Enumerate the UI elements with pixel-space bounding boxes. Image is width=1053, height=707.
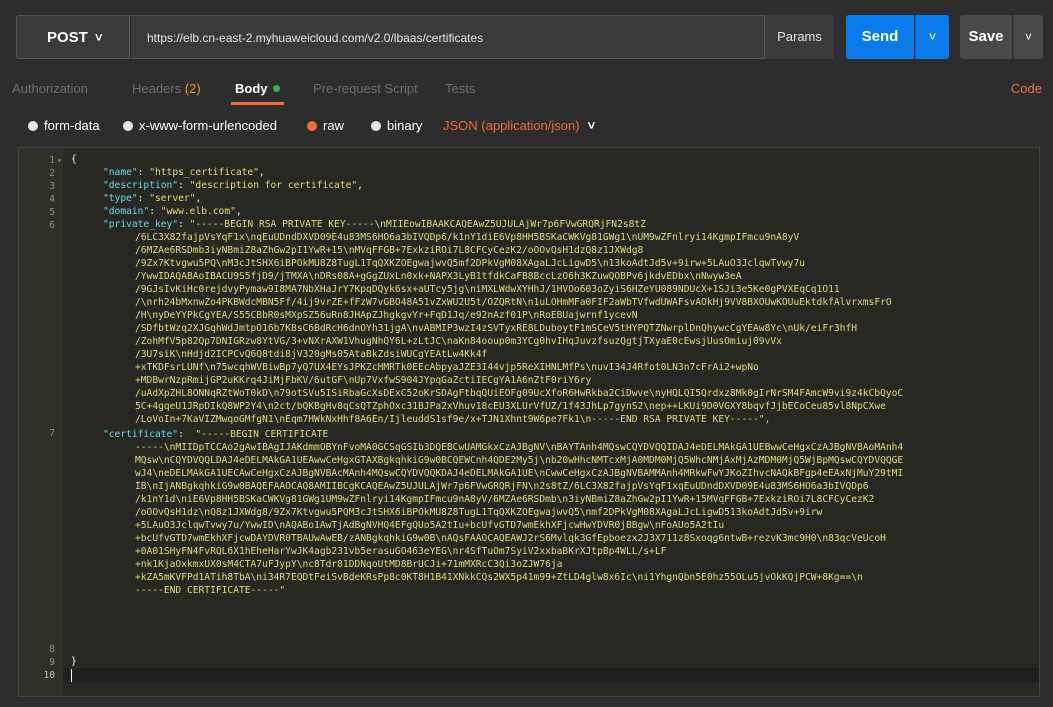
json-value: -----END CERTIFICATE-----" xyxy=(135,585,286,596)
json-value: 5C+4gqeU1JRpDIkQ8WP2Y4\n2ct/bQKBgHv8qCsQ… xyxy=(135,401,886,412)
tab-authorization[interactable]: Authorization xyxy=(12,81,88,96)
json-value: "https_certificate" xyxy=(149,167,259,178)
headers-count-badge: (2) xyxy=(184,81,201,96)
chevron-down-icon: ˅ xyxy=(1024,30,1032,44)
content-type-label: JSON (application/json) xyxy=(443,118,580,133)
json-key: "name" xyxy=(103,167,138,178)
json-value: -----\nMIIDpTCCAo2gAwIBAgIJAKdmmOBYnFvoM… xyxy=(135,442,904,453)
json-key: "certificate" xyxy=(103,429,179,440)
json-value: IB\nIjANBgkqhkiG9w0BAQEFAAOCAQ8AMIIBCgKC… xyxy=(135,481,869,492)
json-value: +nk1KjaOxkmxUX0sM4CTA7uFJypY\nc8Tdr81DDN… xyxy=(135,559,563,570)
json-value: /k1nY1d\niE6Vp8HH5BSKaCWKVg81GWg1UM9wZFn… xyxy=(135,494,875,505)
json-value: /uAdXpZHL8ONNqRZtWoT0kD\n79otSVu5ISiRbaG… xyxy=(135,388,904,399)
chevron-down-icon: ˅ xyxy=(928,29,937,44)
json-value: wJ4\neDELMAkGA1UECAwCeHgxCzAJBgNVBAcMAnh… xyxy=(135,468,904,479)
params-button[interactable]: Params xyxy=(764,15,834,59)
json-value: "description for certificate" xyxy=(189,180,358,191)
line-number: 9 xyxy=(49,657,55,668)
fold-arrow-icon[interactable]: ▾ xyxy=(57,156,62,165)
tab-headers[interactable]: Headers (2) xyxy=(132,81,201,96)
url-input[interactable]: https://elb.cn-east-2.myhuaweicloud.com/… xyxy=(131,15,834,59)
radio-urlencoded[interactable]: x-www-form-urlencoded xyxy=(123,118,277,133)
chevron-down-icon: ˅ xyxy=(95,30,103,45)
json-value: /\nrh24bMxnwZo4PKBWdcMBN5Ff/4ij9vrZE+fFz… xyxy=(135,297,892,308)
radio-raw-label: raw xyxy=(323,118,344,133)
line-number: 1 xyxy=(49,155,55,166)
json-value: +kZA5mKVFPd1ATih8TbA\ni34R7EQDtFeiSvBdeK… xyxy=(135,572,863,583)
code-editor[interactable]: 1 ▾ 2 3 4 5 6 7 8 9 10 { "name": "https_… xyxy=(18,147,1040,697)
json-key: "description" xyxy=(103,180,179,191)
json-value: /LoVoIn+7KaVIZMwqoGMfgN1\nEqm7HWkNxHhf8A… xyxy=(135,414,771,425)
line-number: 10 xyxy=(43,670,55,681)
body-status-dot-icon xyxy=(272,85,280,92)
json-value: /9Zx7Ktvgwu5PQ\nM3cJtSHX6iBPOkMU8Z8TugL1… xyxy=(135,258,806,269)
tab-body[interactable]: Body xyxy=(235,81,280,96)
json-value: +MDBwrNzpRmijGP2uKKrq4JiMjFbKV/6utGF\nUp… xyxy=(135,375,592,386)
radio-icon xyxy=(123,121,133,131)
save-options-button[interactable]: ˅ xyxy=(1013,15,1043,59)
radio-icon xyxy=(371,121,381,131)
line-number-gutter: 1 ▾ 2 3 4 5 6 7 8 9 10 xyxy=(19,148,63,696)
radio-raw[interactable]: raw xyxy=(307,118,344,133)
request-bar: POST ˅ https://elb.cn-east-2.myhuaweiclo… xyxy=(0,0,1053,73)
method-label: POST xyxy=(47,29,88,46)
json-value: "-----BEGIN RSA PRIVATE KEY-----\nMIIEow… xyxy=(189,219,646,230)
send-button[interactable]: Send xyxy=(846,15,914,59)
json-value: /SDfbtWzq2XJGqhWdJmtpO16b7KBsC6BdRcH6dnO… xyxy=(135,323,857,334)
open-brace: { xyxy=(71,154,77,165)
json-value: /YwwIDAQABAoIBACU9S5fjD9/jTMXA\nDRs08A+g… xyxy=(135,271,742,282)
radio-selected-icon xyxy=(307,121,317,131)
json-value: /H\nyDeYYPkCgYEA/S55CBbR0sMXpSZ56uRn8JHA… xyxy=(135,310,638,321)
json-key: "domain" xyxy=(103,206,150,217)
save-button[interactable]: Save xyxy=(960,15,1012,59)
tab-tests[interactable]: Tests xyxy=(445,81,475,96)
close-brace: } xyxy=(71,656,77,667)
radio-form-data-label: form-data xyxy=(44,118,100,133)
line-number: 8 xyxy=(49,644,55,655)
json-value: /6MZAe6RSDmb3iyNBmiZ8aZhGw2pI1YwR+15\nMV… xyxy=(135,245,644,256)
line-number: 7 xyxy=(49,428,55,439)
line-number: 6 xyxy=(49,220,55,231)
radio-binary[interactable]: binary xyxy=(371,118,422,133)
tab-body-label: Body xyxy=(235,81,268,96)
json-key: "type" xyxy=(103,193,138,204)
json-key: "private_key" xyxy=(103,219,179,230)
method-dropdown[interactable]: POST ˅ xyxy=(16,15,130,59)
line-number: 5 xyxy=(49,207,55,218)
json-value: "www.elb.com" xyxy=(160,206,236,217)
json-value: +5LAuO3JclqwTvwy7u/YwwID\nAQABo1AwTjAdBg… xyxy=(135,520,725,531)
content-type-dropdown[interactable]: JSON (application/json) ˅ xyxy=(443,118,595,133)
json-value: MQsw\nCQYDVQQLDAJ4eDELMAkGA1UEAwwCeHgxGT… xyxy=(135,455,904,466)
radio-form-data[interactable]: form-data xyxy=(28,118,100,133)
radio-icon xyxy=(28,121,38,131)
chevron-down-icon: ˅ xyxy=(587,118,596,133)
json-value: /6LC3X82fajpVsYqF1x\nqEuUDndDXVD09E4u83M… xyxy=(135,232,800,243)
text-caret xyxy=(71,669,72,682)
line-number: 3 xyxy=(49,181,55,192)
tab-prerequest-script[interactable]: Pre-request Script xyxy=(313,81,418,96)
json-value: /ZohMfV5p82Qp7DNIGRzw8YtVG/3+vNXrAXW1Vhu… xyxy=(135,336,782,347)
request-tabs: Authorization Headers (2) Body Pre-reque… xyxy=(0,73,1053,105)
send-options-button[interactable]: ˅ xyxy=(915,15,949,59)
json-value: /9GJsIvKiHc0rejdvyPymaw9I8MA7NbXHaJrY7Kp… xyxy=(135,284,840,295)
json-value: /3U7siK\nHdjd2ICPCvQ6Q8tdi8jV320gMs05Ata… xyxy=(135,349,488,360)
json-value: "server" xyxy=(149,193,196,204)
code-link[interactable]: Code xyxy=(1011,81,1042,96)
json-value: /oOOvQsH1dz\nQ8z1JXWdg8/9Zx7Ktvgwu5PQM3c… xyxy=(135,507,823,518)
tab-headers-label: Headers xyxy=(132,81,182,96)
json-value: +0A01SHyFN4FvRQL6X1hEheHarYwJK4agb231vb5… xyxy=(135,546,667,557)
radio-urlencoded-label: x-www-form-urlencoded xyxy=(139,118,277,133)
current-line-highlight xyxy=(63,668,1039,683)
active-tab-indicator xyxy=(231,102,284,105)
json-value: +xTKDFsrLUNf\n75wcqhWVBiwBp7yQ7UX4EYsJPK… xyxy=(135,362,759,373)
line-number: 2 xyxy=(49,168,55,179)
json-value: "-----BEGIN CERTIFICATE xyxy=(195,429,329,440)
json-value: +bcUfvGTD7wmEkhXFjcwDAYDVR0TBAUwAwEB/zAN… xyxy=(135,533,886,544)
line-number: 4 xyxy=(49,194,55,205)
radio-binary-label: binary xyxy=(387,118,423,133)
